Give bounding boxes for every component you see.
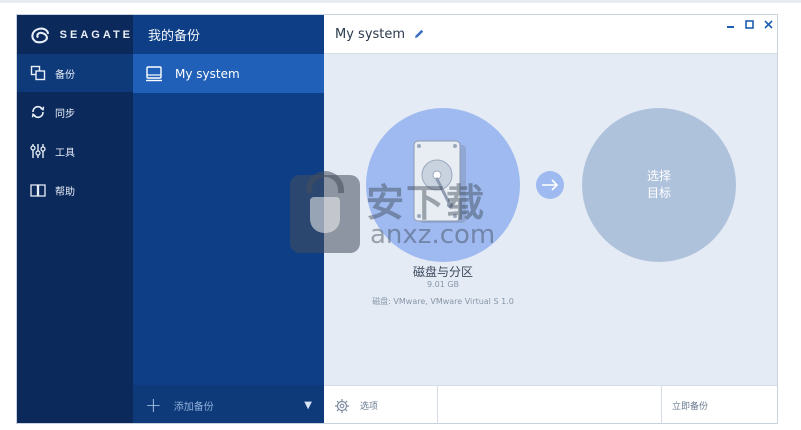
arrow-right-icon: [536, 171, 564, 199]
main-nav: SEAGATE 备份 同步 工具 帮助: [17, 15, 133, 423]
window-controls: [726, 20, 773, 29]
backups-title: 我的备份: [148, 29, 201, 44]
book-icon: [29, 181, 47, 199]
nav-item-tools[interactable]: 工具: [17, 132, 133, 170]
chevron-down-icon[interactable]: ▼: [304, 400, 312, 411]
seagate-logo: SEAGATE: [17, 15, 133, 54]
backup-name: My system: [335, 26, 406, 42]
nav-item-label: 同步: [55, 108, 75, 120]
source-size: 9.01 GB: [426, 280, 460, 289]
close-icon[interactable]: [764, 20, 773, 29]
source-title: 磁盘与分区: [412, 265, 473, 279]
backup-now-button[interactable]: 立即备份: [662, 386, 777, 423]
app-window: SEAGATE 备份 同步 工具 帮助 我的备份 My system + 添加备…: [16, 14, 778, 424]
screen: SEAGATE 备份 同步 工具 帮助 我的备份 My system + 添加备…: [0, 0, 801, 430]
sync-icon: [29, 103, 47, 121]
nav-item-help[interactable]: 帮助: [17, 171, 133, 209]
copy-icon: [29, 64, 47, 82]
gear-icon: [335, 398, 349, 413]
seagate-logo-icon: [31, 27, 49, 43]
backup-detail: My system 选择 目标 磁盘与分区 9.01 GB 磁盘: VMware…: [324, 15, 777, 423]
add-backup-label: 添加备份: [173, 401, 214, 413]
maximize-icon[interactable]: [745, 20, 754, 29]
source-disk-info: 磁盘: VMware, VMware Virtual S 1.0: [372, 297, 514, 306]
minimize-icon[interactable]: [726, 20, 735, 29]
add-backup-button[interactable]: + 添加备份 ▼: [133, 385, 324, 423]
backup-item-label: My system: [175, 66, 240, 81]
destination-label-line1: 选择: [646, 169, 671, 183]
nav-item-label: 工具: [55, 147, 75, 159]
hard-disk-icon: [413, 140, 466, 223]
nav-item-label: 帮助: [55, 186, 75, 198]
nav-item-sync[interactable]: 同步: [17, 93, 133, 131]
options-label: 选项: [360, 402, 379, 412]
plus-icon: +: [145, 393, 162, 417]
brand-name: SEAGATE: [59, 28, 133, 41]
nav-item-backup[interactable]: 备份: [17, 54, 133, 92]
backup-now-label: 立即备份: [672, 402, 709, 412]
footer-spacer: [438, 386, 662, 423]
nav-item-label: 备份: [55, 69, 75, 81]
top-border: [0, 0, 801, 3]
backups-panel: 我的备份 My system + 添加备份 ▼: [133, 15, 324, 423]
computer-icon: [145, 65, 163, 83]
options-button[interactable]: 选项: [324, 386, 438, 423]
detail-footer: 选项 立即备份: [324, 385, 777, 423]
edit-pencil-icon[interactable]: [413, 28, 425, 40]
backup-list-item[interactable]: My system: [133, 54, 324, 93]
tools-sliders-icon: [29, 142, 47, 160]
detail-header: My system: [324, 15, 777, 54]
destination-selector[interactable]: 选择 目标: [582, 108, 736, 262]
destination-label-line2: 目标: [646, 186, 671, 200]
